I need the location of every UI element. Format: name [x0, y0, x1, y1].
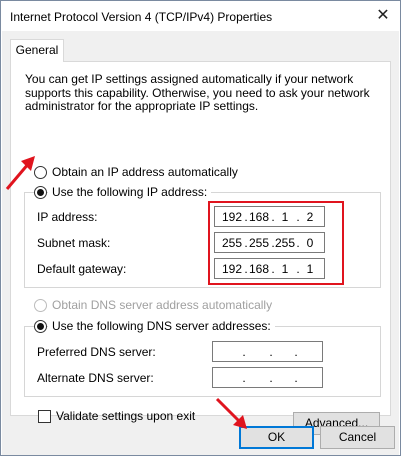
octet-separator: . — [269, 371, 273, 385]
obtain-dns-auto-label[interactable]: Obtain DNS server address automatically — [52, 298, 272, 312]
octet-separator: . — [242, 371, 246, 385]
octet-separator: . — [242, 345, 246, 359]
validate-label[interactable]: Validate settings upon exit — [56, 409, 195, 423]
alternate-dns-label: Alternate DNS server: — [37, 371, 154, 385]
general-panel: You can get IP settings assigned automat… — [10, 61, 391, 435]
dns-group — [24, 326, 381, 397]
dialog-body: General You can get IP settings assigned… — [2, 31, 399, 455]
subnet-mask-label: Subnet mask: — [37, 236, 111, 250]
close-icon[interactable]: ✕ — [371, 5, 395, 27]
properties-dialog: Internet Protocol Version 4 (TCP/IPv4) P… — [0, 0, 401, 456]
obtain-dns-auto-radio[interactable] — [34, 299, 47, 312]
octet-separator: . — [294, 371, 298, 385]
use-following-dns-radio[interactable] — [34, 320, 47, 333]
octet-separator: . — [294, 345, 298, 359]
preferred-dns-field[interactable]: . . . — [212, 341, 323, 362]
annotation-arrow-icon — [215, 397, 247, 429]
validate-checkbox[interactable] — [38, 410, 51, 423]
description-text: You can get IP settings assigned automat… — [25, 72, 370, 113]
alternate-dns-field[interactable]: . . . — [212, 367, 323, 388]
tab-general[interactable]: General — [10, 39, 64, 62]
use-following-dns-label[interactable]: Use the following DNS server addresses: — [48, 319, 275, 333]
title-bar: Internet Protocol Version 4 (TCP/IPv4) P… — [1, 1, 400, 31]
cancel-button[interactable]: Cancel — [320, 426, 395, 449]
default-gateway-label: Default gateway: — [37, 262, 127, 276]
obtain-ip-auto-label[interactable]: Obtain an IP address automatically — [52, 165, 238, 179]
ip-address-label: IP address: — [37, 210, 98, 224]
preferred-dns-label: Preferred DNS server: — [37, 345, 156, 359]
octet-separator: . — [269, 345, 273, 359]
use-following-ip-label[interactable]: Use the following IP address: — [48, 185, 212, 199]
radio-selected-dot — [37, 323, 44, 330]
window-title: Internet Protocol Version 4 (TCP/IPv4) P… — [10, 10, 273, 24]
highlight-box — [208, 201, 344, 285]
annotation-arrow-icon — [5, 156, 35, 190]
